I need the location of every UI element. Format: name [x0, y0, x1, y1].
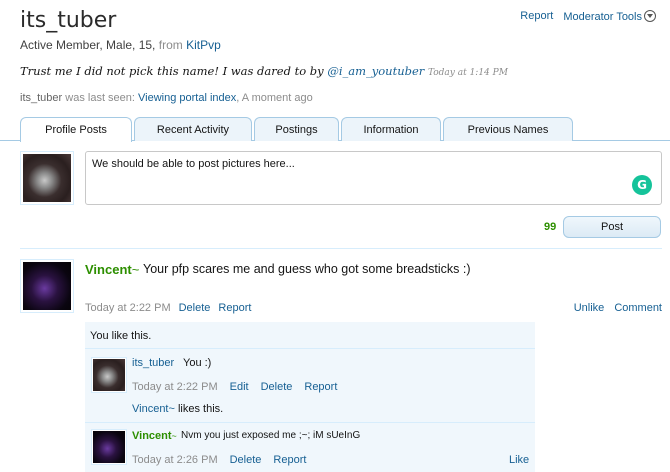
- last-seen-name: its_tuber: [20, 92, 63, 104]
- post-message: Your pfp scares me and guess who got som…: [143, 262, 471, 276]
- comment-delete-link[interactable]: Delete: [261, 381, 293, 393]
- last-seen: its_tuber was last seen: Viewing portal …: [20, 92, 313, 104]
- comment-author-avatar[interactable]: [91, 357, 127, 393]
- avatar-image: [93, 431, 125, 463]
- comment-author-link[interactable]: Vincent~: [132, 430, 177, 442]
- tab-profile-posts[interactable]: Profile Posts: [20, 117, 132, 142]
- profile-post-input[interactable]: We should be able to post pictures here.…: [85, 151, 662, 205]
- post-report-link[interactable]: Report: [218, 302, 251, 314]
- user-status: Trust me I did not pick this name! I was…: [20, 64, 508, 78]
- unlike-link[interactable]: Unlike: [574, 302, 605, 314]
- post-time[interactable]: Today at 2:22 PM: [85, 302, 171, 314]
- top-links: Report Moderator Tools: [520, 8, 656, 23]
- moderator-tools-menu[interactable]: Moderator Tools: [563, 8, 656, 23]
- comment-message: Nvm you just exposed me ;~; iM sUeInG: [181, 430, 361, 441]
- post-actions: Unlike Comment: [574, 302, 662, 314]
- post-likes-summary: You like this.: [90, 330, 152, 342]
- post-author-link[interactable]: Vincent~: [85, 262, 139, 277]
- avatar-image: [23, 154, 71, 202]
- comment-report-link[interactable]: Report: [304, 381, 337, 393]
- comment-author-name: Vincent: [132, 430, 172, 442]
- comment-time[interactable]: Today at 2:22 PM: [132, 381, 218, 393]
- comment-edit-link[interactable]: Edit: [230, 381, 249, 393]
- status-text: Trust me I did not pick this name! I was…: [20, 64, 328, 78]
- comment-meta: Today at 2:22 PM Edit Delete Report: [132, 381, 337, 393]
- comment-message: You :): [183, 357, 212, 369]
- tab-recent-activity[interactable]: Recent Activity: [134, 117, 252, 141]
- avatar-image: [23, 262, 71, 310]
- comment-author-avatar[interactable]: [91, 429, 127, 465]
- report-link[interactable]: Report: [520, 10, 553, 22]
- post-author-name: Vincent: [85, 262, 132, 277]
- comment-author-link[interactable]: its_tuber: [132, 357, 174, 369]
- comment-likes-suffix: likes this.: [174, 403, 224, 415]
- comment-delete-link[interactable]: Delete: [230, 454, 262, 466]
- comment-author-suffix: ~: [171, 431, 177, 441]
- moderator-tools-label: Moderator Tools: [563, 11, 642, 23]
- composer-avatar[interactable]: [20, 151, 74, 205]
- post-meta: Today at 2:22 PM Delete Report: [85, 302, 251, 314]
- tab-postings[interactable]: Postings: [254, 117, 339, 141]
- user-blurb: Active Member, Male, 15, from KitPvp: [20, 38, 221, 52]
- comment-like-link[interactable]: Like: [509, 454, 529, 466]
- profile-username: its_tuber: [20, 8, 117, 33]
- character-count: 99: [544, 221, 557, 233]
- comment-time[interactable]: Today at 2:26 PM: [132, 454, 218, 466]
- post-button[interactable]: Post: [563, 216, 661, 238]
- comment-link[interactable]: Comment: [614, 302, 662, 314]
- divider: [20, 248, 662, 249]
- comment-meta: Today at 2:26 PM Delete Report: [132, 454, 306, 466]
- post-author-suffix: ~: [131, 262, 140, 277]
- grammarly-icon[interactable]: G: [632, 175, 652, 195]
- comment-liker-link[interactable]: Vincent~: [132, 403, 175, 415]
- from-label: from: [158, 38, 183, 52]
- chevron-down-icon: [644, 10, 656, 22]
- post-delete-link[interactable]: Delete: [179, 302, 211, 314]
- status-time: Today at 1:14 PM: [427, 68, 508, 78]
- user-title: Active Member, Male, 15,: [20, 38, 159, 52]
- last-seen-label: was last seen:: [62, 92, 139, 104]
- user-location-link[interactable]: KitPvp: [186, 38, 221, 52]
- comment-report-link[interactable]: Report: [273, 454, 306, 466]
- avatar-image: [93, 359, 125, 391]
- status-mention-link[interactable]: @i_am_youtuber: [327, 64, 424, 78]
- post-author-avatar[interactable]: [20, 259, 74, 313]
- last-seen-time: , A moment ago: [236, 92, 313, 104]
- tab-information[interactable]: Information: [341, 117, 441, 141]
- comment-likes-summary: Vincent~ likes this.: [132, 403, 223, 415]
- profile-tabs: Profile Posts Recent Activity Postings I…: [20, 117, 575, 142]
- tab-previous-names[interactable]: Previous Names: [443, 117, 573, 141]
- last-seen-activity-link[interactable]: Viewing portal index: [138, 92, 236, 104]
